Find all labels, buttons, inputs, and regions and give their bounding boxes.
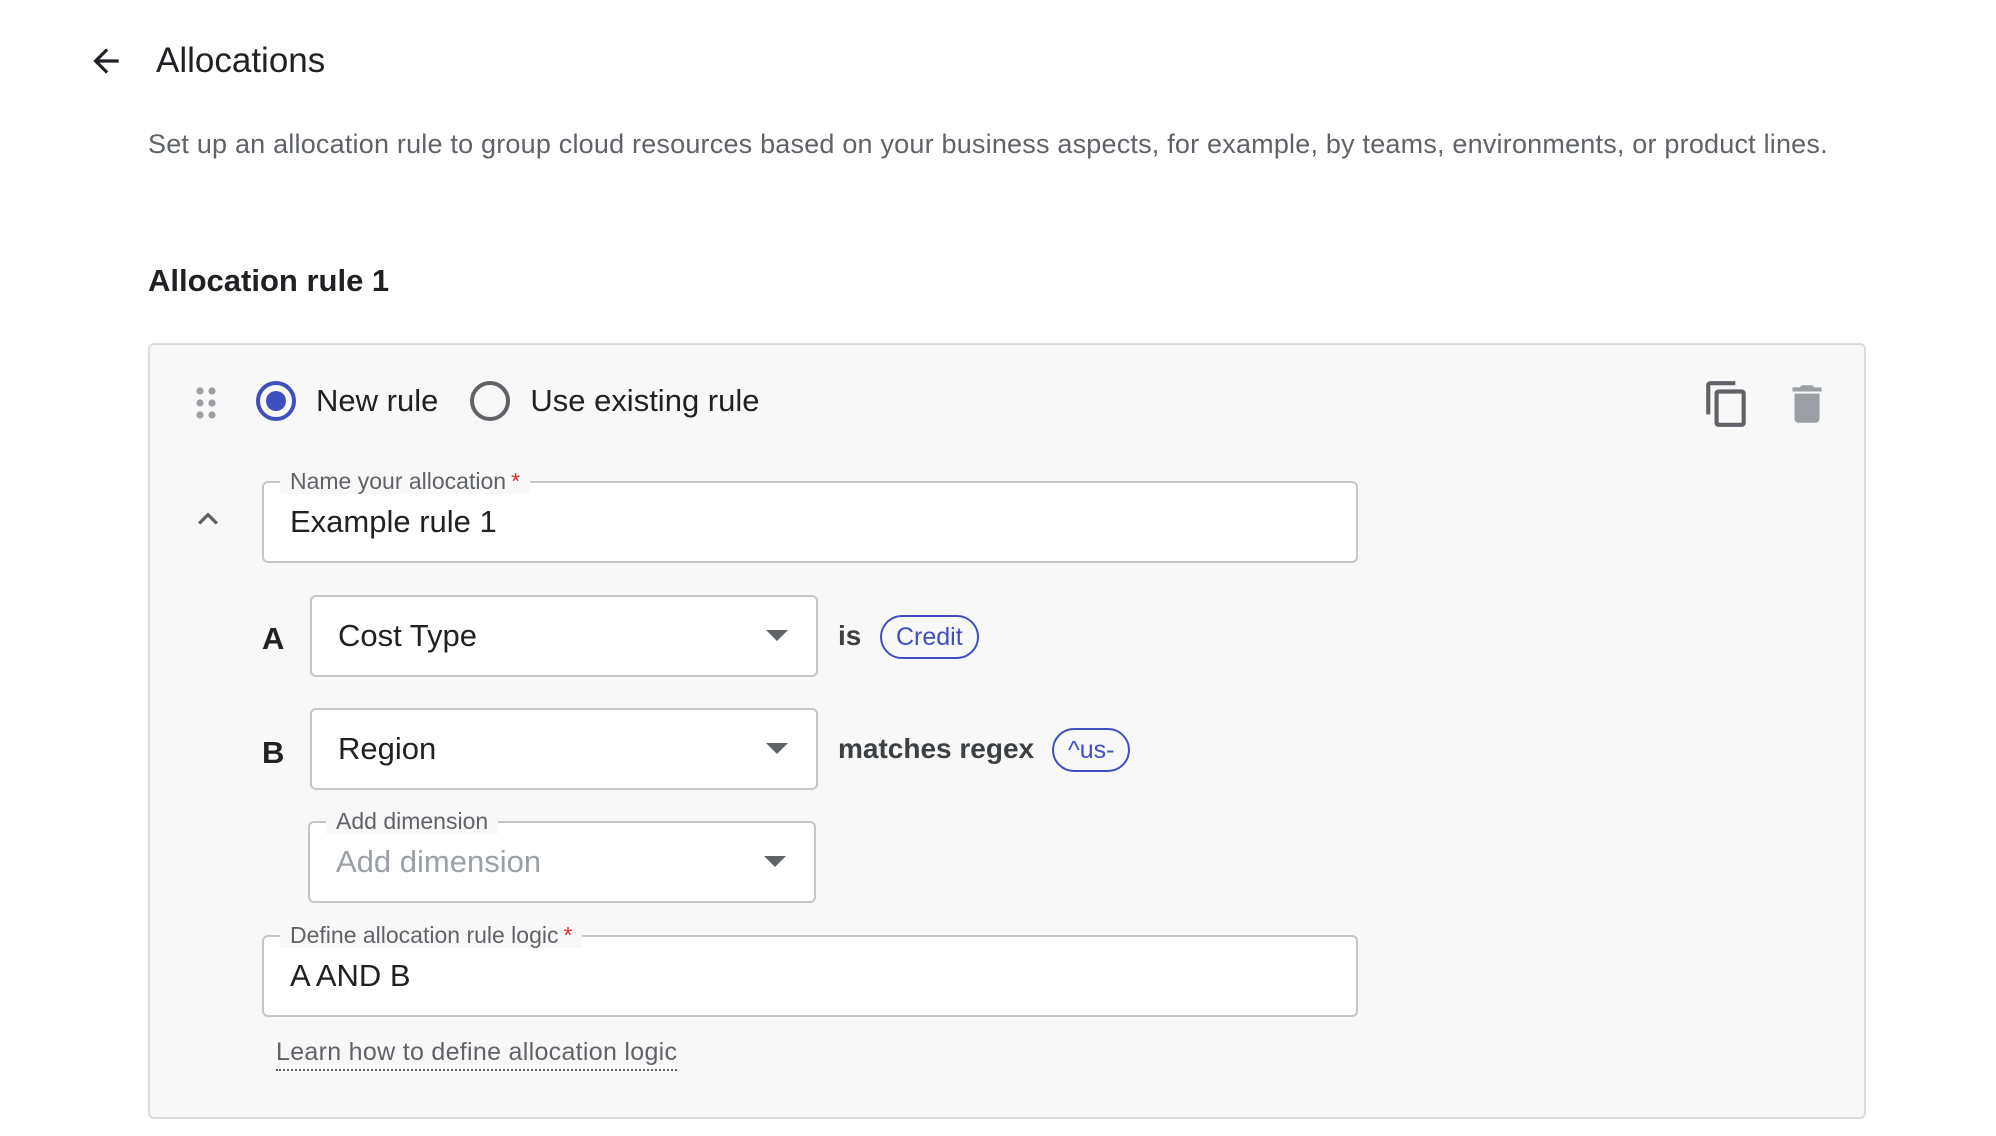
- condition-a-operator: is: [838, 620, 862, 651]
- condition-a-dimension-select[interactable]: Cost Type: [310, 595, 818, 677]
- page-title: Allocations: [156, 41, 326, 80]
- radio-unselected-icon: [470, 381, 511, 421]
- radio-selected-icon: [256, 381, 296, 421]
- allocation-name-field[interactable]: Name your allocation * Example rule 1: [262, 468, 1358, 563]
- delete-rule-button[interactable]: [1782, 379, 1832, 429]
- allocation-rule-card: New rule Use existing rule Name your all…: [148, 343, 1866, 1119]
- learn-allocation-logic-link[interactable]: Learn how to define allocation logic: [276, 1038, 678, 1071]
- condition-b-value-chip[interactable]: ^us-: [1052, 728, 1131, 772]
- allocation-logic-field[interactable]: Define allocation rule logic * A AND B: [262, 922, 1358, 1017]
- rule-type-radio-group: New rule Use existing rule: [256, 381, 791, 421]
- condition-b-operator: matches regex: [838, 733, 1035, 764]
- add-dimension-select[interactable]: Add dimension Add dimension: [308, 808, 816, 903]
- collapse-button[interactable]: [188, 499, 228, 539]
- rule-heading: Allocation rule 1: [148, 263, 390, 298]
- page-description: Set up an allocation rule to group cloud…: [148, 129, 1828, 159]
- copy-icon: [1706, 381, 1746, 427]
- dropdown-arrow-icon: [766, 630, 788, 641]
- required-mark: *: [511, 468, 521, 494]
- condition-b-dimension-value: Region: [338, 731, 437, 766]
- radio-use-existing-label: Use existing rule: [530, 383, 760, 418]
- radio-new-rule-label: New rule: [316, 383, 439, 418]
- copy-rule-button[interactable]: [1702, 379, 1752, 429]
- add-dimension-placeholder: Add dimension: [336, 844, 542, 879]
- dropdown-arrow-icon: [764, 856, 786, 867]
- allocation-name-value[interactable]: Example rule 1: [290, 483, 497, 561]
- dropdown-arrow-icon: [766, 743, 788, 754]
- allocation-logic-value[interactable]: A AND B: [290, 937, 411, 1015]
- arrow-back-icon: [93, 48, 119, 74]
- drag-handle-icon[interactable]: [194, 385, 218, 421]
- condition-a-value-chip[interactable]: Credit: [880, 615, 979, 659]
- condition-a-letter: A: [262, 621, 285, 656]
- condition-b-dimension-select[interactable]: Region: [310, 708, 818, 790]
- delete-icon: [1792, 385, 1822, 423]
- radio-new-rule[interactable]: New rule: [256, 381, 438, 421]
- chevron-up-icon: [198, 512, 218, 525]
- page-header: Allocations: [84, 32, 325, 90]
- radio-use-existing-rule[interactable]: Use existing rule: [470, 381, 759, 421]
- condition-b-letter: B: [262, 735, 285, 770]
- back-button[interactable]: [84, 39, 128, 83]
- condition-a-dimension-value: Cost Type: [338, 618, 478, 653]
- required-mark: *: [563, 922, 573, 948]
